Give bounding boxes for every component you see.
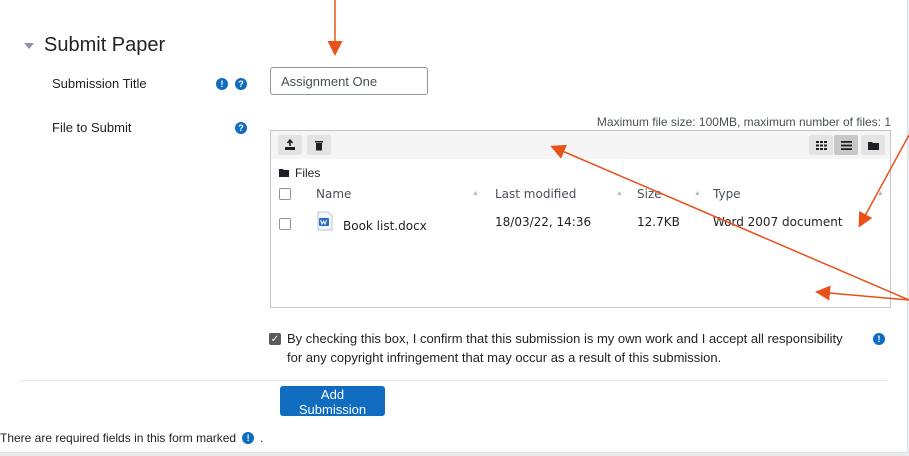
file-name[interactable]: Book list.docx [343,219,427,233]
required-note-period: . [260,431,264,445]
sort-icon: ▲ [694,190,701,197]
chevron-down-icon[interactable] [24,42,34,49]
required-fields-note: There are required fields in this form m… [0,431,263,445]
submission-form-card: Submit Paper Submission Title ! ? File t… [0,0,908,453]
section-title: Submit Paper [44,34,166,56]
delete-button[interactable] [307,135,331,155]
delete-icon [315,140,323,150]
folder-view-button[interactable] [861,135,885,155]
file-limits-text: Maximum file size: 100MB, maximum number… [596,115,891,129]
file-toolbar [271,131,890,159]
column-last-modified[interactable]: Last modified [495,187,576,201]
file-to-submit-label: File to Submit [52,120,132,135]
grid-view-icon [815,140,827,150]
file-modified: 18/03/22, 14:36 [495,215,592,229]
select-all-checkbox[interactable] [279,188,291,200]
divider [20,380,887,381]
file-size: 12.7KB [637,215,680,229]
confirm-checkbox[interactable]: ✓ [269,333,281,345]
grid-view-button[interactable] [809,135,833,155]
required-icon: ! [242,432,255,444]
submission-title-label: Submission Title [52,76,147,91]
list-view-button[interactable] [834,135,858,155]
section-header[interactable]: Submit Paper [24,34,165,57]
add-submission-button[interactable]: Add Submission [280,386,385,417]
breadcrumb-files[interactable]: Files [295,166,320,180]
sort-icon: ▲ [616,190,623,197]
required-note-text: There are required fields in this form m… [0,431,237,445]
file-type: Word 2007 document [713,215,843,229]
column-size[interactable]: Size [637,187,662,201]
required-icon: ! [216,78,228,90]
file-manager[interactable]: Files Name ▲ Last modified ▲ Size ▲ Type… [270,130,891,308]
docx-file-icon[interactable] [316,211,334,231]
upload-icon [285,139,295,150]
upload-button[interactable] [278,135,302,155]
submission-title-input[interactable] [270,67,428,95]
sort-icon: ▲ [472,190,479,197]
sort-icon: ▲ [877,190,884,197]
confirm-text: By checking this box, I confirm that thi… [287,331,843,365]
file-checkbox[interactable] [279,218,291,230]
column-type[interactable]: Type [713,187,741,201]
help-icon[interactable]: ? [235,78,247,90]
required-icon: ! [873,333,885,345]
breadcrumb: Files [279,166,320,180]
help-icon[interactable]: ? [235,122,247,134]
list-view-icon [840,140,852,150]
folder-icon [279,169,289,177]
folder-view-icon [867,141,879,150]
column-name[interactable]: Name [316,187,351,201]
